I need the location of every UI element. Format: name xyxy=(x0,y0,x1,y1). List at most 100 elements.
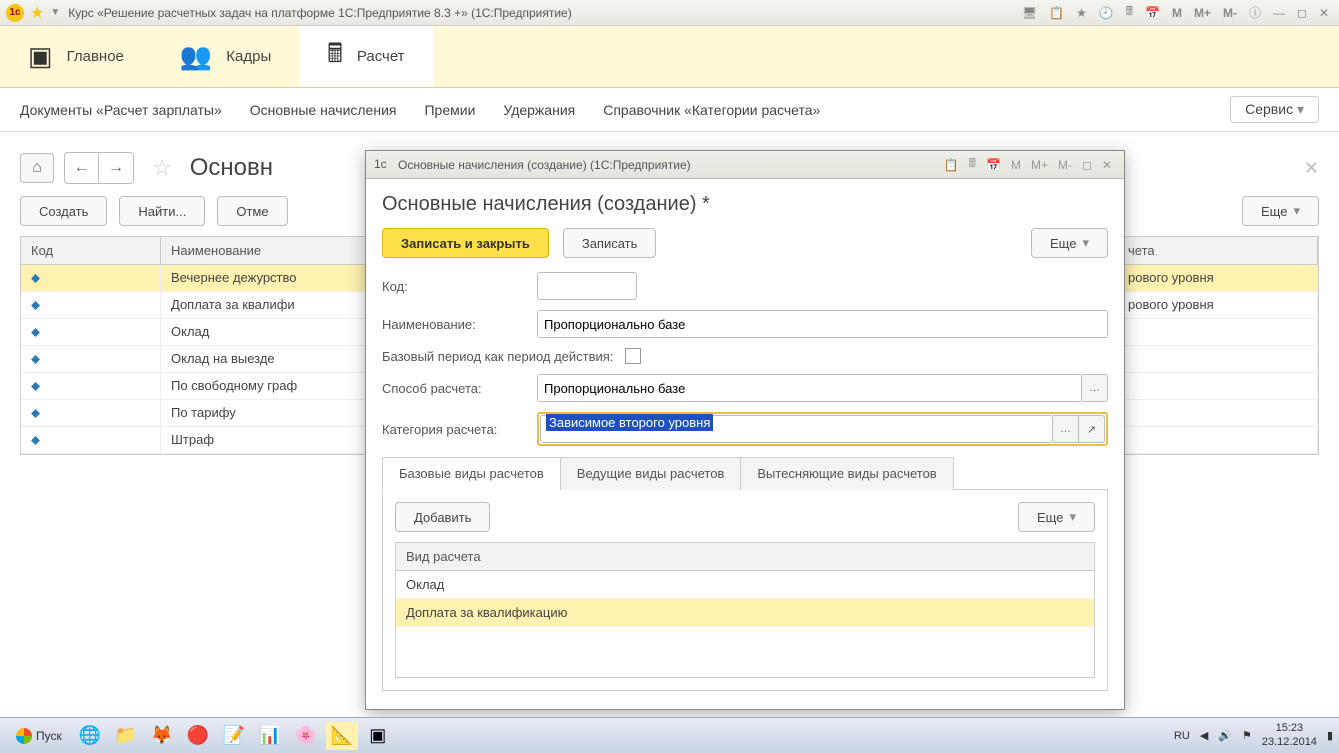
cancel-button[interactable]: Отме xyxy=(217,196,287,226)
taskbar-app-icon[interactable]: 🔴 xyxy=(182,722,214,750)
tray-icon[interactable]: ⚑ xyxy=(1242,729,1252,742)
m-button[interactable]: M xyxy=(1007,158,1025,172)
dropdown-icon[interactable]: ▼ xyxy=(50,7,60,18)
dialog-body: Основные начисления (создание) * Записат… xyxy=(366,179,1124,709)
close-icon[interactable]: ✕ xyxy=(1098,158,1116,172)
page-close-icon[interactable]: ✕ xyxy=(1304,158,1319,179)
toolbar-icon[interactable]: 🖩 xyxy=(1122,2,1137,23)
row-cat xyxy=(1118,319,1318,345)
volume-icon[interactable]: 🔊 xyxy=(1218,729,1232,742)
tab-base[interactable]: Базовые виды расчетов xyxy=(382,457,561,490)
taskbar-app-icon[interactable]: 🌐 xyxy=(74,722,106,750)
clock-date: 23.12.2014 xyxy=(1262,736,1317,749)
dialog-heading: Основные начисления (создание) * xyxy=(382,193,1108,216)
clock[interactable]: 15:23 23.12.2014 xyxy=(1262,722,1317,748)
add-button[interactable]: Добавить xyxy=(395,502,490,532)
subnav-item[interactable]: Премии xyxy=(424,102,475,118)
col-code[interactable]: Код xyxy=(21,237,161,264)
language-indicator[interactable]: RU xyxy=(1174,730,1190,742)
inner-grid-row[interactable]: Доплата за квалификацию xyxy=(396,599,1094,627)
row-icon: ⬥ xyxy=(21,427,161,453)
main-nav: ▣ Главное 👥 Кадры 🖩 Расчет xyxy=(0,26,1339,88)
start-button[interactable]: Пуск xyxy=(6,726,72,746)
home-button[interactable]: ⌂ xyxy=(20,153,54,183)
inner-grid-row[interactable]: Оклад xyxy=(396,571,1094,599)
toolbar-icon[interactable]: 🖩 xyxy=(965,154,980,175)
toolbar-icon[interactable]: 📋 xyxy=(940,158,963,172)
subnav-item[interactable]: Удержания xyxy=(503,102,575,118)
taskbar-app-icon[interactable]: 🦊 xyxy=(146,722,178,750)
app-titlebar: 1c ★ ▼ Курс «Решение расчетных задач на … xyxy=(0,0,1339,26)
inner-grid-header[interactable]: Вид расчета xyxy=(396,543,1094,571)
subnav-item[interactable]: Основные начисления xyxy=(250,102,397,118)
row-cat xyxy=(1118,346,1318,372)
windows-logo-icon xyxy=(16,728,32,744)
dialog-logo-icon: 1c xyxy=(374,157,390,173)
help-icon[interactable]: ⓘ xyxy=(1245,4,1265,21)
tray-icon[interactable]: ◀ xyxy=(1200,729,1208,742)
calculator-icon: 🖩 xyxy=(327,35,343,79)
people-icon: 👥 xyxy=(180,41,212,72)
back-button[interactable]: ← xyxy=(65,153,99,183)
form-row-method: Способ расчета: … xyxy=(382,374,1108,402)
taskbar-app-icon[interactable]: 🌸 xyxy=(290,722,322,750)
row-icon: ⬥ xyxy=(21,265,161,291)
col-cat[interactable]: чета xyxy=(1118,237,1318,264)
toolbar-icon[interactable]: 🖥 xyxy=(1018,6,1041,20)
tab-leading[interactable]: Ведущие виды расчетов xyxy=(560,457,742,490)
toolbar-icon[interactable]: 📅 xyxy=(982,158,1005,172)
more-button[interactable]: Еще xyxy=(1031,228,1108,258)
show-desktop-icon[interactable]: ▮ xyxy=(1327,729,1333,742)
subnav-item[interactable]: Документы «Расчет зарплаты» xyxy=(20,102,222,118)
name-input[interactable] xyxy=(537,310,1108,338)
dialog-title: Основные начисления (создание) (1С:Предп… xyxy=(398,158,691,172)
nav-label: Кадры xyxy=(226,48,271,65)
toolbar-icon[interactable]: ★ xyxy=(1072,6,1091,20)
code-input[interactable] xyxy=(537,272,637,300)
select-button[interactable]: … xyxy=(1082,374,1108,402)
toolbar-icon[interactable]: 📋 xyxy=(1045,6,1068,20)
more-button[interactable]: Еще xyxy=(1242,196,1319,226)
close-icon[interactable]: ✕ xyxy=(1315,6,1333,20)
nav-raschet[interactable]: 🖩 Расчет xyxy=(299,26,432,87)
m-minus-button[interactable]: M- xyxy=(1219,6,1241,20)
maximize-icon[interactable]: ◻ xyxy=(1078,158,1096,172)
inner-grid: Вид расчета Оклад Доплата за квалификаци… xyxy=(395,542,1095,678)
tab-displacing[interactable]: Вытесняющие виды расчетов xyxy=(740,457,953,490)
taskbar-app-icon[interactable]: ▣ xyxy=(362,722,394,750)
row-cat xyxy=(1118,373,1318,399)
taskbar-app-icon[interactable]: 📐 xyxy=(326,722,358,750)
find-button[interactable]: Найти... xyxy=(119,196,205,226)
service-dropdown[interactable]: Сервис xyxy=(1230,96,1319,123)
taskbar-app-icon[interactable]: 📁 xyxy=(110,722,142,750)
nav-history: ← → xyxy=(64,152,134,184)
more-button[interactable]: Еще xyxy=(1018,502,1095,532)
nav-main[interactable]: ▣ Главное xyxy=(0,26,152,87)
minimize-icon[interactable]: — xyxy=(1269,6,1289,20)
method-label: Способ расчета: xyxy=(382,381,537,396)
tab-content: Добавить Еще Вид расчета Оклад Доплата з… xyxy=(382,490,1108,691)
favorite-star-icon[interactable]: ★ xyxy=(30,3,44,23)
taskbar-app-icon[interactable]: 📝 xyxy=(218,722,250,750)
base-period-checkbox[interactable] xyxy=(625,348,641,364)
save-button[interactable]: Записать xyxy=(563,228,657,258)
select-button[interactable]: … xyxy=(1053,415,1079,443)
open-button[interactable]: ↗ xyxy=(1079,415,1105,443)
method-input[interactable] xyxy=(537,374,1082,402)
maximize-icon[interactable]: ◻ xyxy=(1293,6,1311,20)
taskbar-app-icon[interactable]: 📊 xyxy=(254,722,286,750)
forward-button[interactable]: → xyxy=(99,153,133,183)
page-favorite-icon[interactable]: ☆ xyxy=(152,155,172,181)
m-button[interactable]: M xyxy=(1168,6,1186,20)
subnav-item[interactable]: Справочник «Категории расчета» xyxy=(603,102,820,118)
row-cat: рового уровня xyxy=(1118,292,1318,318)
nav-kadry[interactable]: 👥 Кадры xyxy=(152,26,299,87)
m-plus-button[interactable]: M+ xyxy=(1027,158,1052,172)
toolbar-icon[interactable]: 🕘 xyxy=(1095,6,1118,20)
m-minus-button[interactable]: M- xyxy=(1054,158,1076,172)
toolbar-icon[interactable]: 📅 xyxy=(1141,6,1164,20)
save-close-button[interactable]: Записать и закрыть xyxy=(382,228,549,258)
row-icon: ⬥ xyxy=(21,400,161,426)
m-plus-button[interactable]: M+ xyxy=(1190,6,1215,20)
create-button[interactable]: Создать xyxy=(20,196,107,226)
